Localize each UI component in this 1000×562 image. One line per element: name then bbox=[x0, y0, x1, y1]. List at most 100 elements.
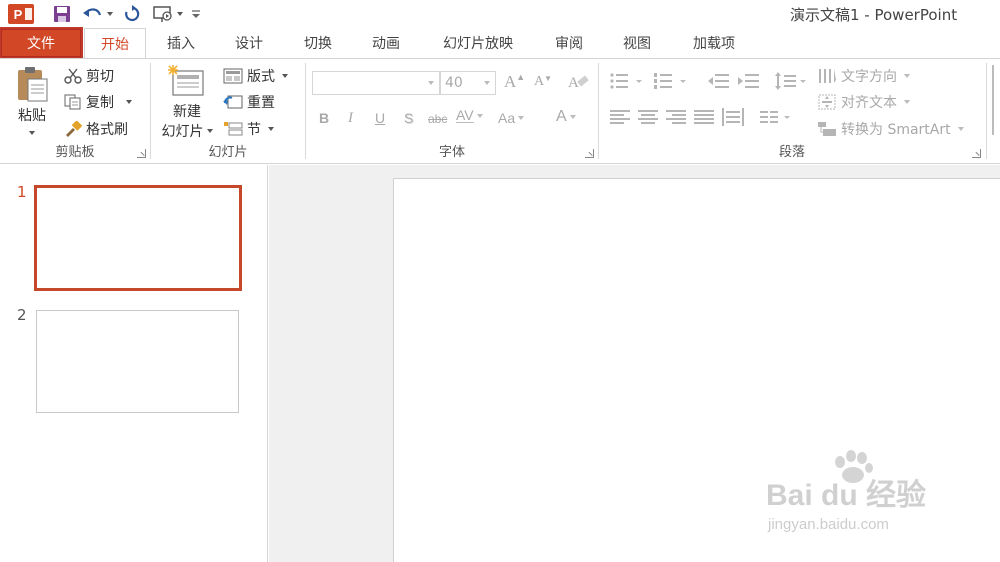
ribbon-tabs: 文件 开始 插入 设计 切换 动画 幻灯片放映 审阅 视图 加载项 bbox=[0, 27, 1000, 59]
new-slide-label-2-wrap: 幻灯片 bbox=[162, 121, 213, 141]
font-size-combobox[interactable]: 40 bbox=[440, 71, 496, 95]
thumbnail-number-1: 1 bbox=[17, 183, 27, 201]
line-spacing-icon[interactable] bbox=[775, 71, 811, 91]
powerpoint-logo-icon[interactable]: P bbox=[8, 4, 34, 24]
decrease-indent-icon[interactable] bbox=[707, 71, 731, 91]
font-size-value: 40 bbox=[445, 75, 463, 91]
copy-icon bbox=[64, 94, 81, 110]
grow-font-button[interactable]: A▲ bbox=[504, 72, 525, 92]
align-center-icon[interactable] bbox=[637, 109, 659, 125]
drawing-group-edge bbox=[992, 65, 1000, 135]
strikethrough-button[interactable]: abc bbox=[428, 112, 447, 126]
format-painter-icon bbox=[66, 121, 82, 137]
window-title: 演示文稿1 - PowerPoint bbox=[790, 6, 958, 24]
tab-animations[interactable]: 动画 bbox=[355, 28, 417, 58]
slides-group-label: 幻灯片 bbox=[208, 145, 248, 160]
paragraph-group: 文字方向 对齐文本 转换为 SmartArt 段落 bbox=[599, 59, 985, 163]
character-spacing-glyph: AV bbox=[456, 107, 474, 123]
section-button[interactable]: 节 bbox=[223, 119, 274, 139]
reset-icon bbox=[223, 95, 243, 109]
text-shadow-button[interactable]: S bbox=[404, 110, 413, 126]
bold-button[interactable]: B bbox=[319, 110, 329, 126]
tab-insert[interactable]: 插入 bbox=[150, 28, 212, 58]
save-icon[interactable] bbox=[48, 3, 76, 25]
cut-label: 剪切 bbox=[86, 69, 114, 85]
layout-icon bbox=[223, 68, 243, 84]
quick-access-toolbar: P bbox=[8, 3, 204, 25]
convert-smartart-label: 转换为 SmartArt bbox=[841, 122, 951, 138]
tab-review[interactable]: 审阅 bbox=[538, 28, 600, 58]
tab-home[interactable]: 开始 bbox=[84, 28, 146, 59]
slides-group: 新建 幻灯片 版式 重置 节 幻灯片 bbox=[151, 59, 305, 163]
columns-icon[interactable] bbox=[759, 109, 797, 125]
slide-editing-area bbox=[269, 165, 1000, 562]
slide-canvas[interactable] bbox=[393, 178, 1000, 562]
tab-slideshow[interactable]: 幻灯片放映 bbox=[428, 28, 528, 58]
clipboard-group-label: 剪贴板 bbox=[55, 145, 95, 160]
align-right-icon[interactable] bbox=[665, 109, 687, 125]
slide-thumbnail-1[interactable] bbox=[34, 185, 242, 291]
clipboard-dialog-launcher-icon[interactable] bbox=[137, 149, 146, 158]
new-slide-button[interactable]: 新建 幻灯片 bbox=[157, 65, 217, 141]
logo-letter: P bbox=[13, 6, 23, 22]
numbering-icon[interactable] bbox=[653, 71, 693, 91]
thumbnail-number-2: 2 bbox=[17, 306, 27, 324]
underline-button[interactable]: U bbox=[375, 110, 385, 126]
convert-smartart-button[interactable]: 转换为 SmartArt bbox=[817, 119, 964, 139]
undo-icon[interactable] bbox=[80, 3, 114, 25]
font-group-label: 字体 bbox=[438, 145, 465, 160]
shrink-font-glyph: A bbox=[534, 74, 545, 89]
italic-button[interactable]: I bbox=[348, 110, 353, 127]
paste-button[interactable]: 粘贴 bbox=[10, 65, 54, 135]
font-color-button[interactable]: A bbox=[556, 108, 576, 126]
smartart-icon bbox=[818, 122, 836, 136]
font-name-combobox[interactable] bbox=[312, 71, 440, 95]
scissors-icon bbox=[64, 68, 82, 84]
shrink-font-button[interactable]: A▼ bbox=[534, 74, 552, 90]
text-direction-icon bbox=[819, 69, 836, 83]
reset-button[interactable]: 重置 bbox=[223, 92, 275, 112]
format-painter-button[interactable]: 格式刷 bbox=[64, 119, 128, 139]
cut-button[interactable]: 剪切 bbox=[64, 66, 114, 86]
copy-label: 复制 bbox=[86, 95, 114, 111]
start-slideshow-icon[interactable] bbox=[150, 3, 184, 25]
character-spacing-button[interactable]: AV bbox=[456, 108, 483, 123]
justify-icon[interactable] bbox=[693, 109, 715, 125]
section-label: 节 bbox=[247, 122, 261, 138]
reset-label: 重置 bbox=[247, 95, 275, 111]
align-text-button[interactable]: 对齐文本 bbox=[817, 92, 910, 112]
tab-addins[interactable]: 加载项 bbox=[678, 28, 750, 58]
paragraph-group-label: 段落 bbox=[778, 145, 805, 160]
layout-button[interactable]: 版式 bbox=[223, 66, 288, 86]
paragraph-dialog-launcher-icon[interactable] bbox=[972, 149, 981, 158]
new-slide-label-2: 幻灯片 bbox=[161, 124, 204, 140]
text-direction-label: 文字方向 bbox=[841, 69, 897, 85]
font-dialog-launcher-icon[interactable] bbox=[585, 149, 594, 158]
text-direction-button[interactable]: 文字方向 bbox=[817, 66, 910, 86]
tab-file[interactable]: 文件 bbox=[0, 27, 83, 59]
copy-button[interactable]: 复制 bbox=[64, 92, 132, 112]
format-painter-label: 格式刷 bbox=[86, 122, 128, 138]
customize-qat-icon[interactable] bbox=[188, 3, 204, 25]
increase-indent-icon[interactable] bbox=[737, 71, 761, 91]
align-text-icon bbox=[818, 94, 836, 110]
paste-icon bbox=[18, 67, 48, 102]
tab-view[interactable]: 视图 bbox=[606, 28, 668, 58]
title-bar: P 演示文稿1 - PowerPoint bbox=[0, 0, 1000, 28]
layout-label: 版式 bbox=[247, 69, 275, 85]
slide-thumbnail-panel[interactable]: 1 2 bbox=[0, 165, 268, 562]
grow-font-glyph: A bbox=[504, 72, 517, 91]
bullets-icon[interactable] bbox=[609, 71, 649, 91]
clear-formatting-icon[interactable]: A bbox=[568, 72, 590, 96]
clipboard-group: 粘贴 剪切 复制 格式刷 剪贴板 bbox=[0, 59, 150, 163]
redo-icon[interactable] bbox=[118, 3, 146, 25]
change-case-button[interactable]: Aa bbox=[498, 110, 525, 126]
tab-design[interactable]: 设计 bbox=[218, 28, 280, 58]
font-group: 40 A▲ A▼ A B I U S abc AV Aa A 字体 bbox=[306, 59, 598, 163]
paste-label: 粘贴 bbox=[18, 108, 46, 124]
align-left-icon[interactable] bbox=[609, 109, 631, 125]
distributed-icon[interactable] bbox=[721, 107, 745, 127]
tab-transitions[interactable]: 切换 bbox=[287, 28, 349, 58]
change-case-glyph: Aa bbox=[498, 110, 516, 126]
slide-thumbnail-2[interactable] bbox=[36, 310, 239, 413]
